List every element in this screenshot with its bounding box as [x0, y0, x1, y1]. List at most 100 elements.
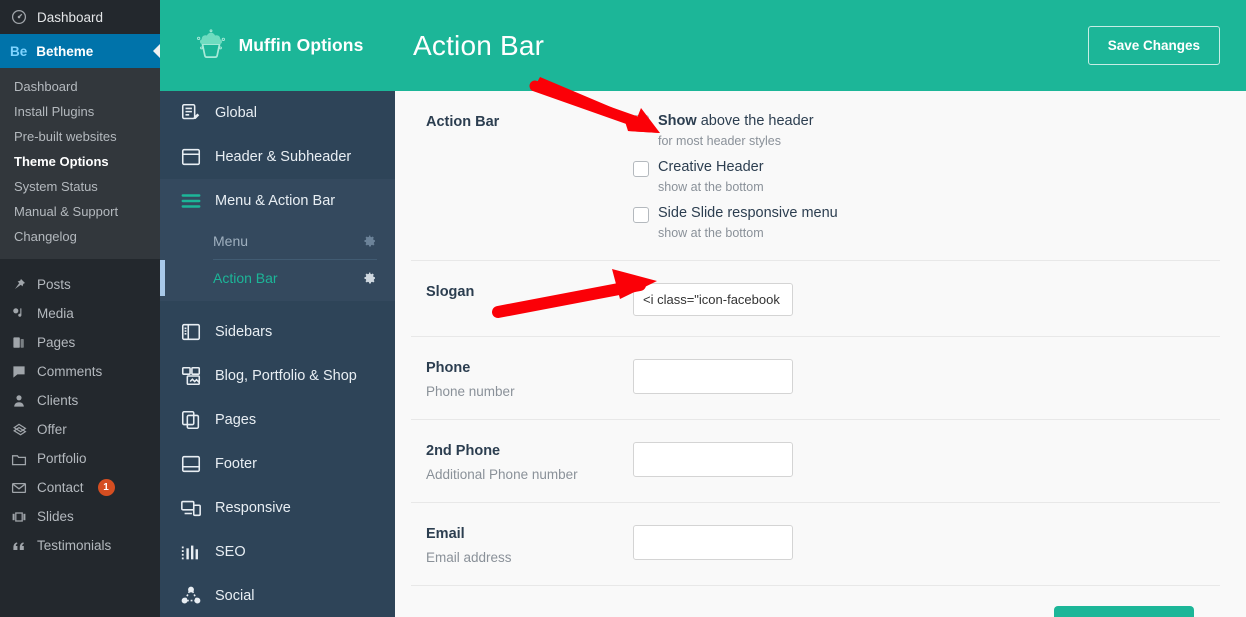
submenu-item-install-plugins[interactable]: Install Plugins — [0, 99, 160, 124]
checkbox-sublabel: for most header styles — [658, 133, 781, 148]
submenu-item-menu[interactable]: Menu — [213, 223, 377, 259]
save-changes-top-button[interactable]: Save Changes — [1087, 26, 1220, 65]
row-field — [633, 359, 1220, 395]
options-form: Action Bar Show above the header for mos… — [395, 91, 1246, 617]
submenu-item-theme-options[interactable]: Theme Options — [0, 149, 160, 174]
sidebar-item-contact[interactable]: Contact 1 — [0, 473, 160, 502]
row-label: Slogan — [411, 283, 633, 300]
wordpress-admin-sidebar: Dashboard Be Betheme Dashboard Install P… — [0, 0, 160, 617]
field-label: Action Bar — [426, 114, 500, 130]
checkbox-text: Creative Header show at the bottom — [658, 159, 764, 194]
checkbox-label-rest: Side Slide responsive menu — [658, 205, 838, 222]
media-icon — [10, 305, 28, 323]
second-phone-input[interactable] — [633, 442, 793, 478]
sidebar-item-dashboard[interactable]: Dashboard — [0, 0, 160, 34]
phone-input[interactable] — [633, 359, 793, 395]
submenu-item-action-bar[interactable]: Action Bar — [160, 259, 377, 296]
muffin-nav-seo[interactable]: SEO — [160, 530, 395, 574]
muffin-nav-label: Sidebars — [215, 324, 273, 340]
field-label: 2nd Phone — [426, 443, 501, 460]
submenu-item-manual-support[interactable]: Manual & Support — [0, 199, 160, 224]
checkbox-option-show-above-header[interactable]: Show above the header for most header st… — [633, 113, 1220, 148]
sidebar-item-slides[interactable]: Slides — [0, 502, 160, 531]
muffin-options-header: Muffin Options — [160, 0, 395, 91]
sidebar-item-offer[interactable]: Offer — [0, 415, 160, 444]
checkbox-label-bold: Show — [658, 113, 697, 129]
portfolio-icon — [10, 450, 28, 468]
sidebar-item-label: Slides — [37, 509, 74, 524]
row-field — [633, 442, 1220, 478]
sidebar-item-label: Posts — [37, 277, 71, 292]
submenu-item-system-status[interactable]: System Status — [0, 174, 160, 199]
sidebar-item-portfolio[interactable]: Portfolio — [0, 444, 160, 473]
sidebar-item-label: Testimonials — [37, 538, 112, 553]
pages-icon — [10, 334, 28, 352]
muffin-nav-menu-action-bar[interactable]: Menu & Action Bar — [160, 179, 395, 223]
gear-icon[interactable] — [363, 271, 377, 285]
dashboard-icon — [10, 8, 28, 26]
field-description: Additional Phone number — [426, 467, 578, 483]
sidebar-item-label: Offer — [37, 422, 67, 437]
checkbox-option-side-slide[interactable]: Side Slide responsive menu show at the b… — [633, 205, 1220, 240]
sidebar-item-media[interactable]: Media — [0, 299, 160, 328]
muffin-nav-label: Blog, Portfolio & Shop — [215, 368, 357, 384]
social-network-icon — [180, 585, 202, 607]
checkbox-label-rest: above the header — [696, 113, 814, 129]
muffin-nav-label: Menu & Action Bar — [215, 193, 336, 209]
form-row-second-phone: 2nd Phone Additional Phone number — [411, 420, 1220, 504]
field-label: Phone — [426, 360, 471, 377]
slides-icon — [10, 508, 28, 526]
betheme-mark: Be — [10, 43, 28, 59]
blog-grid-icon — [180, 365, 202, 387]
muffin-nav-header-subheader[interactable]: Header & Subheader — [160, 135, 395, 179]
creative-header-checkbox[interactable] — [633, 161, 649, 178]
content-header: Action Bar Save Changes — [395, 0, 1246, 91]
email-input[interactable] — [633, 525, 793, 561]
muffin-nav-social[interactable]: Social — [160, 574, 395, 617]
show-above-header-checkbox[interactable] — [633, 115, 649, 131]
row-label: Email Email address — [411, 525, 633, 565]
checkbox-option-creative-header[interactable]: Creative Header show at the bottom — [633, 159, 1220, 194]
comments-icon — [10, 363, 28, 381]
sidebar-item-label: Contact — [37, 480, 84, 495]
page-title: Action Bar — [413, 29, 545, 61]
row-field — [633, 283, 1220, 317]
muffin-nav-footer[interactable]: Footer — [160, 442, 395, 486]
sidebar-item-betheme[interactable]: Be Betheme — [0, 34, 160, 68]
form-row-action-bar: Action Bar Show above the header for mos… — [411, 91, 1220, 262]
responsive-icon — [180, 497, 202, 519]
muffin-nav-blog-portfolio-shop[interactable]: Blog, Portfolio & Shop — [160, 354, 395, 398]
sidebar-item-pages[interactable]: Pages — [0, 328, 160, 357]
save-changes-bottom-button[interactable]: Save Changes — [1054, 606, 1194, 617]
submenu-item-dashboard[interactable]: Dashboard — [0, 74, 160, 99]
checkbox-sublabel: show at the bottom — [658, 179, 764, 194]
sidebar-item-comments[interactable]: Comments — [0, 357, 160, 386]
submenu-item-changelog[interactable]: Changelog — [0, 224, 160, 249]
sidebar-item-label: Pages — [37, 335, 76, 350]
slogan-input[interactable] — [633, 283, 793, 317]
muffin-nav-label: Global — [215, 105, 257, 121]
side-slide-responsive-menu-checkbox[interactable] — [633, 207, 649, 224]
sidebar-item-testimonials[interactable]: Testimonials — [0, 531, 160, 560]
envelope-icon — [10, 479, 28, 497]
submenu-item-prebuilt-websites[interactable]: Pre-built websites — [0, 124, 160, 149]
footer-layout-icon — [180, 453, 202, 475]
active-indicator-bar — [160, 259, 165, 296]
submenu-label: Menu — [213, 233, 249, 249]
muffin-options-panel: Muffin Options Global Header & Subheader… — [160, 0, 395, 617]
sidebar-item-label: Comments — [37, 364, 103, 379]
sidebar-item-label: Betheme — [36, 43, 94, 59]
row-label: Action Bar — [411, 113, 633, 130]
muffin-nav-sidebars[interactable]: Sidebars — [160, 310, 395, 354]
gear-icon[interactable] — [363, 234, 377, 248]
checkbox-text: Side Slide responsive menu show at the b… — [658, 205, 838, 240]
muffin-nav-pages[interactable]: Pages — [160, 398, 395, 442]
muffin-nav-global[interactable]: Global — [160, 91, 395, 135]
muffin-nav-responsive[interactable]: Responsive — [160, 486, 395, 530]
sidebar-item-posts[interactable]: Posts — [0, 270, 160, 299]
field-label: Email — [426, 526, 465, 543]
field-label: Slogan — [426, 284, 475, 301]
muffin-nav-label: Footer — [215, 456, 257, 472]
row-field: Show above the header for most header st… — [633, 113, 1220, 240]
sidebar-item-clients[interactable]: Clients — [0, 386, 160, 415]
